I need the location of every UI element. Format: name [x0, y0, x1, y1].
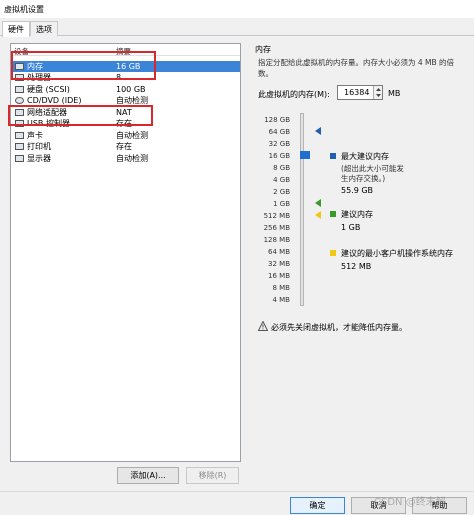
scale-label: 16 MB — [268, 272, 290, 280]
watermark: CSDN @终末解 — [374, 497, 446, 508]
min-guest-title: 建议的最小客户机操作系统内存 — [341, 249, 453, 258]
device-row-printer[interactable]: 打印机 存在 — [11, 141, 240, 152]
device-summary: 100 GB — [116, 85, 146, 94]
memory-value: 16384 — [344, 88, 370, 97]
device-summary: 自动检测 — [116, 131, 148, 140]
scale-label: 256 MB — [263, 224, 290, 232]
cd-dvd-icon — [15, 97, 24, 104]
scale-label: 512 MB — [263, 212, 290, 220]
device-row-hard-disk[interactable]: 硬盘 (SCSI) 100 GB — [11, 84, 240, 95]
device-summary: 存在 — [116, 142, 132, 151]
scale-label: 64 MB — [268, 248, 290, 256]
tab-options[interactable]: 选项 — [30, 21, 58, 36]
scale-label: 1 GB — [273, 200, 290, 208]
min-guest-value: 512 MB — [341, 262, 372, 271]
scale-label: 64 GB — [268, 128, 290, 136]
max-recommended-title: 最大建议内存 — [341, 152, 389, 161]
device-name: 声卡 — [27, 131, 43, 140]
spin-arrows-icon — [376, 88, 381, 97]
scale-label: 32 GB — [268, 140, 290, 148]
spin-buttons[interactable] — [373, 86, 382, 99]
scale-label: 16 GB — [268, 152, 290, 160]
recommended-title: 建议内存 — [341, 210, 373, 219]
highlight-box-memory — [11, 51, 156, 80]
title-bar: 虚拟机设置 — [0, 0, 474, 18]
sound-card-icon — [15, 132, 24, 139]
warning-text: 必须先关闭虚拟机，才能降低内存量。 — [271, 323, 407, 332]
window-title: 虚拟机设置 — [4, 5, 44, 14]
memory-input-label: 此虚拟机的内存(M): — [258, 90, 330, 99]
min-guest-marker-icon — [315, 211, 321, 219]
ok-button[interactable]: 确定 — [290, 497, 345, 514]
scale-label: 4 MB — [272, 296, 290, 304]
memory-slider-track[interactable] — [300, 113, 304, 306]
hard-disk-icon — [15, 86, 24, 93]
add-device-button[interactable]: 添加(A)... — [117, 467, 179, 484]
warning-icon — [258, 321, 268, 331]
scale-label: 2 GB — [273, 188, 290, 196]
scale-label: 4 GB — [273, 176, 290, 184]
max-recommended-note: (超出此大小可能发生内存交换。) — [341, 164, 404, 183]
footer-divider — [0, 491, 474, 492]
monitor-icon — [15, 155, 24, 162]
device-summary: 自动检测 — [116, 154, 148, 163]
min-guest-swatch — [330, 250, 336, 256]
memory-unit: MB — [388, 89, 401, 98]
recommended-marker-icon — [315, 199, 321, 207]
device-row-sound-card[interactable]: 声卡 自动检测 — [11, 130, 240, 141]
max-recommended-swatch — [330, 153, 336, 159]
tab-hardware[interactable]: 硬件 — [2, 21, 30, 37]
max-recommended-marker-icon — [315, 127, 321, 135]
device-name: 硬盘 (SCSI) — [27, 85, 70, 94]
scale-label: 32 MB — [268, 260, 290, 268]
scale-label: 128 MB — [263, 236, 290, 244]
printer-icon — [15, 143, 24, 150]
highlight-box-network — [8, 105, 153, 126]
scale-label: 128 GB — [264, 116, 290, 124]
memory-description: 指定分配给此虚拟机的内存量。内存大小必须为 4 MB 的倍数。 — [258, 58, 455, 78]
device-name: 打印机 — [27, 142, 51, 151]
remove-device-button[interactable]: 移除(R) — [186, 467, 239, 484]
scale-label: 8 GB — [273, 164, 290, 172]
memory-section-title: 内存 — [255, 45, 271, 54]
scale-label: 8 MB — [272, 284, 290, 292]
memory-spinbox[interactable]: 16384 — [337, 85, 383, 100]
device-name: 显示器 — [27, 154, 51, 163]
max-recommended-value: 55.9 GB — [341, 186, 374, 195]
tab-strip: 硬件 选项 — [0, 18, 474, 37]
recommended-swatch — [330, 211, 336, 217]
device-row-monitor[interactable]: 显示器 自动检测 — [11, 153, 240, 164]
memory-slider-thumb[interactable] — [300, 151, 310, 159]
recommended-value: 1 GB — [341, 223, 361, 232]
